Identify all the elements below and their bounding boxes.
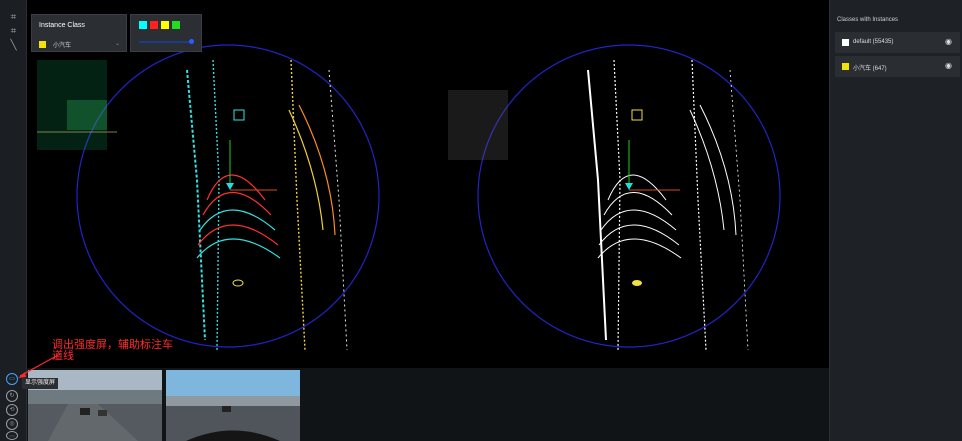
class-row-default[interactable]: default (55435) ◉ [835,32,960,53]
class-label: 小汽车 (647) [853,66,887,72]
color-panel [130,14,202,52]
slider-handle[interactable] [189,39,194,44]
more-icon[interactable]: ⋯ [6,431,18,440]
color-swatch-yellow[interactable] [161,21,169,29]
chevron-down-icon[interactable]: ⌄ [115,40,120,47]
instance-class-title: Instance Class [39,22,85,29]
class-label: default (55435) [853,39,894,45]
pointcloud-intensity-canvas [448,44,781,351]
pointcloud-view-color[interactable] [27,0,428,368]
select-tool-icon[interactable]: ⌗ [6,12,21,24]
pointcloud-view-intensity[interactable] [428,0,828,368]
color-swatch-green[interactable] [172,21,180,29]
line-tool-icon[interactable]: ╲ [6,40,21,52]
class-checkbox[interactable] [842,39,849,46]
camera-thumbnail-2[interactable] [166,370,300,441]
camera-image-2 [166,370,300,441]
eye-icon[interactable]: ◉ [945,37,952,46]
refresh-icon[interactable]: ↻ [6,390,18,402]
sidebar-title: Classes with Instances [837,17,899,23]
class-color-swatch [39,41,46,48]
color-swatch-cyan[interactable] [139,21,147,29]
instance-class-select[interactable]: 小汽车 [53,40,71,49]
box-tool-icon[interactable]: ⌗ [6,26,21,38]
classes-sidebar: Classes with Instances default (55435) ◉… [829,0,962,441]
class-row-car[interactable]: 小汽车 (647) ◉ [835,56,960,77]
annotation-note: 调出强度屏，辅助标注车道线 [52,339,173,362]
color-swatch-red[interactable] [150,21,158,29]
class-checkbox[interactable] [842,63,849,70]
point-size-slider[interactable] [139,41,193,43]
settings-icon[interactable]: ◎ [6,418,18,430]
annotation-arrow [18,353,61,378]
pointcloud-color-canvas [37,44,380,351]
rotate-icon[interactable]: ⟲ [6,404,18,416]
camera-strip [27,368,829,441]
instance-class-panel[interactable]: Instance Class 小汽车 ⌄ [31,14,127,52]
eye-icon[interactable]: ◉ [945,61,952,70]
